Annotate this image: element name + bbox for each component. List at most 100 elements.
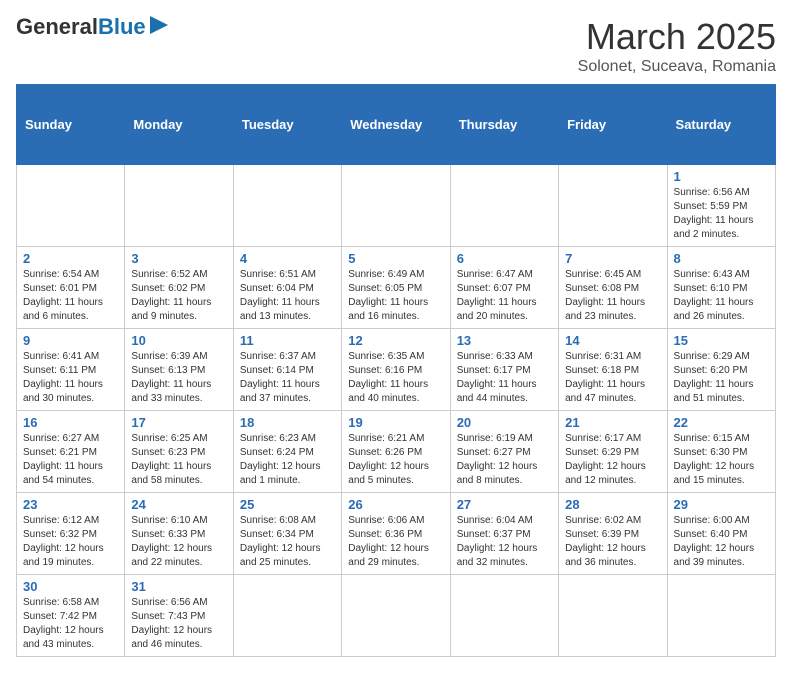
calendar-cell: 2 Sunrise: 6:54 AM Sunset: 6:01 PM Daylig… [17, 247, 125, 329]
calendar-cell: 14Sunrise: 6:31 AM Sunset: 6:18 PM Dayli… [559, 329, 667, 411]
day-info: Sunrise: 6:56 AM Sunset: 7:43 PM Dayligh… [131, 596, 226, 652]
logo-icon [148, 14, 170, 36]
logo-text: GeneralBlue [16, 16, 146, 38]
day-number: 9 [23, 333, 118, 348]
day-number: 18 [240, 415, 335, 430]
calendar-cell: 6Sunrise: 6:47 AM Sunset: 6:07 PM Daylig… [450, 247, 558, 329]
calendar-cell: 1 Sunrise: 6:56 AM Sunset: 5:59 PM Daylig… [667, 165, 775, 247]
day-info: Sunrise: 6:33 AM Sunset: 6:17 PM Dayligh… [457, 350, 552, 406]
calendar-cell: 29 Sunrise: 6:00 AM Sunset: 6:40 PM Dayli… [667, 493, 775, 575]
day-number: 3 [131, 251, 226, 266]
day-number: 23 [23, 497, 118, 512]
weekday-header: Thursday [450, 85, 558, 165]
calendar-cell: 23 Sunrise: 6:12 AM Sunset: 6:32 PM Dayli… [17, 493, 125, 575]
day-info: Sunrise: 6:56 AM Sunset: 5:59 PM Dayligh… [674, 186, 769, 242]
calendar-cell [342, 165, 450, 247]
day-info: Sunrise: 6:00 AM Sunset: 6:40 PM Dayligh… [674, 514, 769, 570]
calendar-cell: 30 Sunrise: 6:58 AM Sunset: 7:42 PM Dayli… [17, 575, 125, 657]
calendar-cell: 22Sunrise: 6:15 AM Sunset: 6:30 PM Dayli… [667, 411, 775, 493]
day-info: Sunrise: 6:58 AM Sunset: 7:42 PM Dayligh… [23, 596, 118, 652]
weekday-header: Monday [125, 85, 233, 165]
day-number: 21 [565, 415, 660, 430]
day-number: 25 [240, 497, 335, 512]
calendar-cell: 24 Sunrise: 6:10 AM Sunset: 6:33 PM Dayli… [125, 493, 233, 575]
day-number: 5 [348, 251, 443, 266]
calendar-cell: 15 Sunrise: 6:29 AM Sunset: 6:20 PM Dayli… [667, 329, 775, 411]
calendar-header-row: SundayMondayTuesdayWednesdayThursdayFrid… [17, 85, 776, 165]
calendar-cell: 17 Sunrise: 6:25 AM Sunset: 6:23 PM Dayli… [125, 411, 233, 493]
day-info: Sunrise: 6:02 AM Sunset: 6:39 PM Dayligh… [565, 514, 660, 570]
day-info: Sunrise: 6:31 AM Sunset: 6:18 PM Dayligh… [565, 350, 660, 406]
calendar-cell [559, 165, 667, 247]
calendar-cell: 3 Sunrise: 6:52 AM Sunset: 6:02 PM Daylig… [125, 247, 233, 329]
day-number: 16 [23, 415, 118, 430]
day-info: Sunrise: 6:39 AM Sunset: 6:13 PM Dayligh… [131, 350, 226, 406]
day-info: Sunrise: 6:10 AM Sunset: 6:33 PM Dayligh… [131, 514, 226, 570]
day-info: Sunrise: 6:47 AM Sunset: 6:07 PM Dayligh… [457, 268, 552, 324]
calendar-cell [450, 165, 558, 247]
day-info: Sunrise: 6:12 AM Sunset: 6:32 PM Dayligh… [23, 514, 118, 570]
logo: GeneralBlue [16, 16, 170, 38]
day-info: Sunrise: 6:43 AM Sunset: 6:10 PM Dayligh… [674, 268, 769, 324]
day-info: Sunrise: 6:06 AM Sunset: 6:36 PM Dayligh… [348, 514, 443, 570]
weekday-header: Sunday [17, 85, 125, 165]
day-number: 26 [348, 497, 443, 512]
day-number: 20 [457, 415, 552, 430]
calendar-cell: 25 Sunrise: 6:08 AM Sunset: 6:34 PM Dayli… [233, 493, 341, 575]
calendar-cell [450, 575, 558, 657]
day-number: 15 [674, 333, 769, 348]
calendar-cell: 4 Sunrise: 6:51 AM Sunset: 6:04 PM Daylig… [233, 247, 341, 329]
calendar-cell: 31Sunrise: 6:56 AM Sunset: 7:43 PM Dayli… [125, 575, 233, 657]
calendar-cell [17, 165, 125, 247]
weekday-header: Tuesday [233, 85, 341, 165]
day-info: Sunrise: 6:25 AM Sunset: 6:23 PM Dayligh… [131, 432, 226, 488]
calendar-cell: 13 Sunrise: 6:33 AM Sunset: 6:17 PM Dayli… [450, 329, 558, 411]
day-number: 30 [23, 579, 118, 594]
day-number: 13 [457, 333, 552, 348]
calendar-cell: 11 Sunrise: 6:37 AM Sunset: 6:14 PM Dayli… [233, 329, 341, 411]
day-info: Sunrise: 6:27 AM Sunset: 6:21 PM Dayligh… [23, 432, 118, 488]
day-info: Sunrise: 6:37 AM Sunset: 6:14 PM Dayligh… [240, 350, 335, 406]
month-title: March 2025 [578, 16, 776, 58]
calendar-cell: 5 Sunrise: 6:49 AM Sunset: 6:05 PM Daylig… [342, 247, 450, 329]
title-block: March 2025 Solonet, Suceava, Romania [578, 16, 776, 76]
day-info: Sunrise: 6:51 AM Sunset: 6:04 PM Dayligh… [240, 268, 335, 324]
day-info: Sunrise: 6:54 AM Sunset: 6:01 PM Dayligh… [23, 268, 118, 324]
day-number: 24 [131, 497, 226, 512]
day-number: 7 [565, 251, 660, 266]
calendar-cell [342, 575, 450, 657]
day-number: 4 [240, 251, 335, 266]
weekday-header: Saturday [667, 85, 775, 165]
calendar-cell [125, 165, 233, 247]
day-number: 22 [674, 415, 769, 430]
calendar-cell: 8Sunrise: 6:43 AM Sunset: 6:10 PM Daylig… [667, 247, 775, 329]
calendar-table: SundayMondayTuesdayWednesdayThursdayFrid… [16, 84, 776, 657]
day-info: Sunrise: 6:52 AM Sunset: 6:02 PM Dayligh… [131, 268, 226, 324]
day-info: Sunrise: 6:45 AM Sunset: 6:08 PM Dayligh… [565, 268, 660, 324]
day-info: Sunrise: 6:29 AM Sunset: 6:20 PM Dayligh… [674, 350, 769, 406]
day-number: 1 [674, 169, 769, 184]
day-info: Sunrise: 6:19 AM Sunset: 6:27 PM Dayligh… [457, 432, 552, 488]
day-number: 28 [565, 497, 660, 512]
day-info: Sunrise: 6:04 AM Sunset: 6:37 PM Dayligh… [457, 514, 552, 570]
weekday-header: Friday [559, 85, 667, 165]
calendar-cell: 26 Sunrise: 6:06 AM Sunset: 6:36 PM Dayli… [342, 493, 450, 575]
calendar-cell: 12Sunrise: 6:35 AM Sunset: 6:16 PM Dayli… [342, 329, 450, 411]
calendar-cell: 9 Sunrise: 6:41 AM Sunset: 6:11 PM Daylig… [17, 329, 125, 411]
day-info: Sunrise: 6:08 AM Sunset: 6:34 PM Dayligh… [240, 514, 335, 570]
day-info: Sunrise: 6:49 AM Sunset: 6:05 PM Dayligh… [348, 268, 443, 324]
day-info: Sunrise: 6:41 AM Sunset: 6:11 PM Dayligh… [23, 350, 118, 406]
day-number: 11 [240, 333, 335, 348]
day-number: 2 [23, 251, 118, 266]
calendar-cell [667, 575, 775, 657]
location-subtitle: Solonet, Suceava, Romania [578, 58, 776, 76]
day-number: 17 [131, 415, 226, 430]
day-info: Sunrise: 6:17 AM Sunset: 6:29 PM Dayligh… [565, 432, 660, 488]
calendar-cell [233, 165, 341, 247]
calendar-cell: 16 Sunrise: 6:27 AM Sunset: 6:21 PM Dayli… [17, 411, 125, 493]
page-header: GeneralBlue March 2025 Solonet, Suceava,… [16, 16, 776, 76]
calendar-cell: 19Sunrise: 6:21 AM Sunset: 6:26 PM Dayli… [342, 411, 450, 493]
calendar-cell: 21 Sunrise: 6:17 AM Sunset: 6:29 PM Dayli… [559, 411, 667, 493]
day-number: 29 [674, 497, 769, 512]
weekday-header: Wednesday [342, 85, 450, 165]
